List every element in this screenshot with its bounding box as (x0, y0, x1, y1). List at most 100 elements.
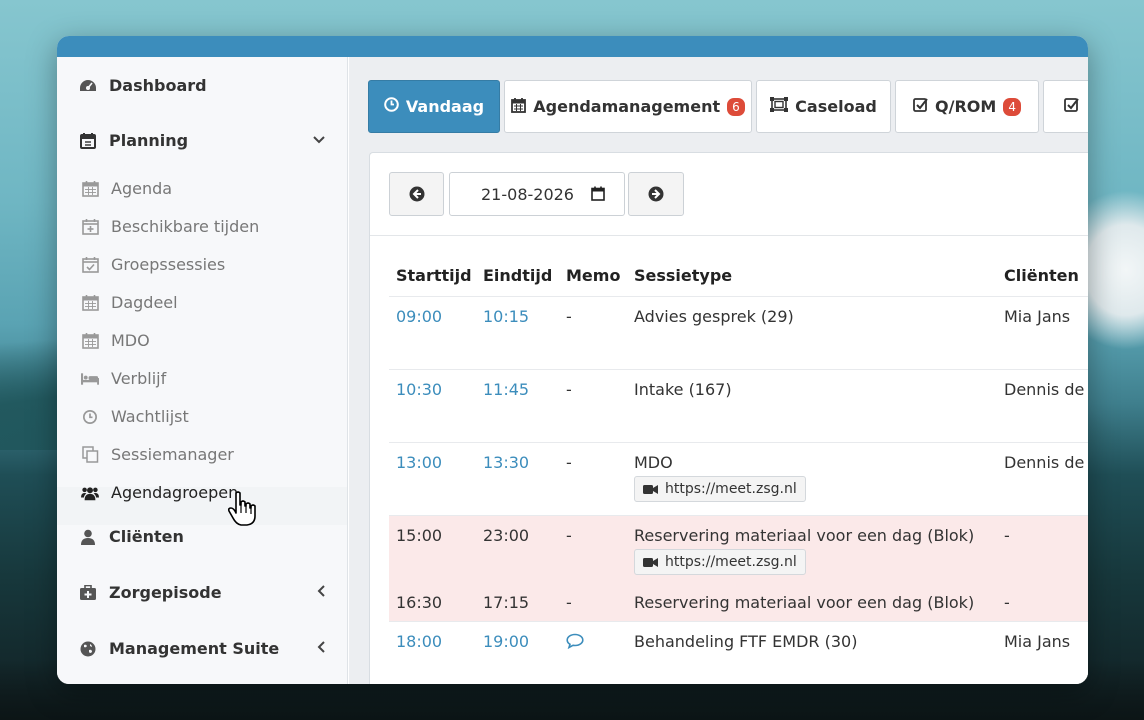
divider (370, 235, 1088, 236)
tab-label: Caseload (795, 97, 877, 116)
tab-label: Q/ROM (935, 97, 997, 116)
cell-end[interactable]: 13:30 (483, 453, 529, 472)
sidebar-subitem-mdo[interactable]: MDO (81, 331, 150, 350)
column-header[interactable]: Memo (566, 266, 620, 285)
sidebar-label-planning: Planning (109, 131, 189, 150)
sidebar-label-management: Management Suite (109, 639, 280, 658)
sidebar-label-clienten: Cliënten (109, 527, 184, 546)
sidebar-subitem-label: Wachtlijst (111, 407, 189, 426)
count-badge: 6 (727, 97, 745, 116)
clock-icon (384, 97, 399, 116)
row-divider (389, 442, 1088, 443)
comment-icon[interactable] (566, 633, 584, 653)
cell-end[interactable]: 19:00 (483, 632, 529, 651)
copy-icon (81, 446, 99, 464)
sidebar-subitem-label: Verblijf (111, 369, 167, 388)
sidebar-subitem-agendagroepen[interactable]: Agendagroepen (81, 483, 238, 502)
main-content: Vandaag Agendamanagement 6 Caseload Q/RO… (349, 57, 1088, 684)
date-value: 21-08-2026 (481, 184, 574, 204)
sidebar-subitem-dagdeel[interactable]: Dagdeel (81, 293, 178, 312)
sidebar-label-zorgepisode: Zorgepisode (109, 583, 222, 602)
video-camera-icon (643, 484, 658, 494)
cell-start[interactable]: 13:00 (396, 453, 442, 472)
sidebar-subitem-groepssessies[interactable]: Groepssessies (81, 255, 225, 274)
cell-client: Dennis de L (1004, 380, 1088, 399)
sidebar-subitem-label: Groepssessies (111, 255, 226, 274)
cell-client: - (1004, 593, 1010, 612)
chevron-left-icon[interactable] (317, 585, 325, 601)
sidebar-item-management-suite[interactable]: Management Suite (79, 639, 279, 658)
cell-end[interactable]: 10:15 (483, 307, 529, 326)
sidebar-item-planning[interactable]: Planning (79, 131, 329, 150)
tab-more[interactable] (1043, 80, 1088, 133)
cell-end: 23:00 (483, 526, 530, 545)
sidebar-subitem-label: Agendagroepen (111, 483, 239, 502)
check-square-icon (913, 97, 928, 116)
calendar-icon (81, 332, 99, 350)
hand-cursor-icon (227, 491, 256, 526)
sidebar-subitem-label: Agenda (111, 179, 173, 198)
sidebar-subitem-beschikbare-tijden[interactable]: Beschikbare tijden (81, 217, 259, 236)
calendar-icon (81, 294, 99, 312)
cell-memo: - (566, 526, 572, 545)
sidebar-subitem-agenda[interactable]: Agenda (81, 179, 172, 198)
sidebar-subitem-sessiemanager[interactable]: Sessiemanager (81, 445, 234, 464)
clock-icon (81, 408, 99, 426)
date-input[interactable]: 21-08-2026 (449, 172, 625, 216)
sidebar-item-clienten[interactable]: Cliënten (79, 527, 184, 546)
sidebar-subitem-label: MDO (111, 331, 150, 350)
cell-end[interactable]: 11:45 (483, 380, 529, 399)
calendar-picker-icon[interactable] (591, 186, 605, 201)
cell-start[interactable]: 10:30 (396, 380, 442, 399)
cell-type: MDO (634, 453, 673, 472)
cell-type: Reservering materiaal voor een dag (Blok… (634, 593, 975, 612)
cell-start: 15:00 (396, 526, 443, 545)
cell-memo: - (566, 380, 572, 399)
sidebar-subitem-label: Sessiemanager (111, 445, 234, 464)
next-day-button[interactable] (628, 172, 684, 216)
meeting-link-button[interactable]: https://meet.zsg.nl (634, 549, 806, 575)
tab-agendamanagement[interactable]: Agendamanagement 6 (504, 80, 752, 133)
arrow-right-circle-icon (648, 186, 664, 202)
chevron-down-icon[interactable] (313, 133, 325, 148)
cell-start: 16:30 (396, 593, 443, 612)
top-header-bar (57, 36, 1088, 57)
cell-start[interactable]: 18:00 (396, 632, 442, 651)
sidebar-subitem-label: Beschikbare tijden (111, 217, 260, 236)
sidebar-subitem-wachtlijst[interactable]: Wachtlijst (81, 407, 189, 426)
tab-qrom[interactable]: Q/ROM 4 (895, 80, 1039, 133)
sidebar-subitem-label: Dagdeel (111, 293, 178, 312)
sidebar-item-dashboard[interactable]: Dashboard (79, 76, 207, 95)
meeting-link-button[interactable]: https://meet.zsg.nl (634, 476, 806, 502)
cell-start[interactable]: 09:00 (396, 307, 442, 326)
row-divider (389, 621, 1088, 622)
sidebar-item-zorgepisode[interactable]: Zorgepisode (79, 583, 222, 602)
bed-icon (81, 370, 99, 388)
arrow-left-circle-icon (409, 186, 424, 202)
tab-caseload[interactable]: Caseload (756, 80, 891, 133)
calendar-icon (81, 180, 99, 198)
cell-client: Dennis de L (1004, 453, 1088, 472)
column-header[interactable]: Eindtijd (483, 266, 552, 285)
column-header[interactable]: Starttijd (396, 266, 472, 285)
meeting-link-label: https://meet.zsg.nl (665, 481, 797, 497)
users-icon (81, 484, 99, 502)
user-icon (79, 528, 97, 546)
column-header[interactable]: Sessietype (634, 266, 732, 285)
medkit-icon (79, 584, 97, 602)
cell-client: Mia Jans (1004, 632, 1071, 651)
previous-day-button[interactable] (389, 172, 444, 216)
tab-label: Agendamanagement (533, 97, 721, 116)
chevron-left-icon[interactable] (317, 641, 325, 657)
cell-type: Advies gesprek (29) (634, 307, 794, 326)
video-camera-icon (643, 557, 658, 567)
row-divider (389, 515, 1088, 516)
sidebar-subitem-verblijf[interactable]: Verblijf (81, 369, 166, 388)
cell-client: Mia Jans (1004, 307, 1071, 326)
cell-memo: - (566, 307, 572, 326)
calendar-plus-icon (81, 218, 99, 236)
dashboard-icon (79, 77, 97, 95)
tab-vandaag[interactable]: Vandaag (368, 80, 500, 133)
column-header[interactable]: Cliënten (1004, 266, 1079, 285)
row-divider (389, 296, 1088, 297)
